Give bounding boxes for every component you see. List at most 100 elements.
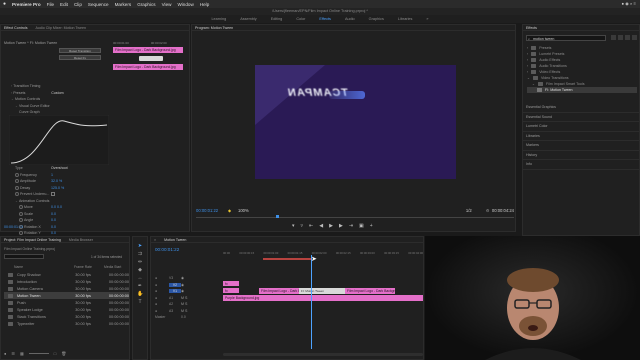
project-search-input[interactable]	[4, 254, 44, 259]
section-history[interactable]: History	[523, 151, 639, 160]
ripple-edit-tool-icon[interactable]: ⇹	[137, 259, 143, 265]
workspace-learning[interactable]: Learning	[211, 17, 226, 21]
monitor-scrubber[interactable]	[196, 215, 514, 218]
section-essential-sound[interactable]: Essential Sound	[523, 113, 639, 122]
eye-icon[interactable]: ◉	[181, 283, 184, 287]
type-tool-icon[interactable]: T	[137, 299, 143, 305]
workspace-color[interactable]: Color	[296, 17, 305, 21]
zoom-level[interactable]: 100%	[238, 208, 258, 213]
list-view-icon[interactable]: ☰	[11, 351, 15, 356]
list-item[interactable]: Push 30.00 fps 00:00:00:00	[4, 299, 129, 306]
mark-in-icon[interactable]: ▾	[292, 223, 295, 229]
zoom-slider[interactable]	[28, 353, 49, 354]
list-item[interactable]: Typewriter 30.00 fps 00:00:00:00	[4, 320, 129, 327]
menu-graphics[interactable]: Graphics	[137, 2, 155, 7]
hand-tool-icon[interactable]: ✋	[137, 291, 143, 297]
new-bin-icon[interactable]	[632, 35, 637, 40]
solo-icon[interactable]: S	[185, 309, 187, 313]
step-forward-icon[interactable]: ▶	[339, 223, 343, 229]
tab-audio-clip-mixer[interactable]: Audio Clip Mixer: Motion Tween	[36, 26, 86, 30]
solo-icon[interactable]: S	[185, 296, 187, 300]
stopwatch-icon[interactable]	[15, 192, 19, 197]
list-item[interactable]: Copy Shadow 30.00 fps 00:00:00:00	[4, 271, 129, 278]
stopwatch-icon[interactable]	[19, 218, 23, 223]
mute-icon[interactable]: M	[181, 296, 184, 300]
timeline-ruler[interactable]: 00:00 00:00:00:15 00:00:01:00 00:00:01:1…	[223, 251, 423, 257]
clip-v2-c[interactable]: Film Impact Logo - Dark Background.jpg	[345, 288, 395, 294]
track-master[interactable]: Master 0.0	[155, 314, 217, 321]
section-markers[interactable]: Markers	[523, 141, 639, 151]
menu-file[interactable]: File	[47, 2, 54, 7]
column-frame-rate[interactable]: Frame Rate	[74, 265, 104, 269]
program-frame[interactable]: TCAMPAN	[255, 65, 456, 179]
prevent-underrun-checkbox[interactable]	[51, 192, 55, 197]
close-icon[interactable]: ×	[154, 238, 156, 242]
mark-out-icon[interactable]: ▿	[301, 223, 304, 229]
play-icon[interactable]: ▶	[329, 223, 333, 229]
in-out-range[interactable]	[263, 258, 311, 260]
workspace-editing[interactable]: Editing	[271, 17, 283, 21]
stopwatch-icon[interactable]	[19, 205, 23, 210]
menu-markers[interactable]: Markers	[115, 2, 132, 7]
add-button-icon[interactable]: +	[370, 223, 373, 229]
program-timecode[interactable]: 00:00:01:22	[196, 208, 228, 213]
timeline-timecode[interactable]: 00:00:01:22	[155, 247, 179, 252]
new-item-icon[interactable]: □	[54, 351, 56, 356]
clip-small-v1[interactable]: fx	[223, 288, 239, 293]
track-select-tool-icon[interactable]: ⇉	[137, 251, 143, 257]
resolution-select[interactable]: 1/2	[466, 208, 486, 213]
workspace-more-icon[interactable]: »	[426, 17, 428, 21]
yuv-icon[interactable]	[625, 35, 630, 40]
effects-search-input[interactable]: ⌕ motion tween	[526, 35, 606, 41]
list-item[interactable]: Stack Transitions 30.00 fps 00:00:00:00	[4, 313, 129, 320]
apple-icon[interactable]: ●	[3, 1, 6, 7]
program-monitor-title[interactable]: Program: Motion Tween	[195, 26, 233, 30]
clip-v2-a[interactable]: Film Impact Logo - Dark Background.jpg	[259, 288, 299, 294]
list-item[interactable]: Motion Camera 30.00 fps 00:00:00:00	[4, 285, 129, 292]
stopwatch-icon[interactable]	[19, 231, 23, 236]
menu-view[interactable]: View	[162, 2, 172, 7]
clip-v1-background[interactable]: Purple Background.jpg	[223, 295, 423, 301]
app-menu[interactable]: Premiere Pro	[12, 2, 41, 7]
column-name[interactable]: Name	[4, 265, 74, 269]
timeline-playhead[interactable]	[311, 255, 312, 349]
solo-icon[interactable]: S	[185, 302, 187, 306]
mute-icon[interactable]: M	[181, 309, 184, 313]
go-to-in-icon[interactable]: ⇤	[309, 223, 313, 229]
slip-tool-icon[interactable]: ↔	[137, 275, 143, 281]
eye-icon[interactable]: ◉	[181, 276, 184, 280]
list-item[interactable]: Introduction 30.00 fps 00:00:00:00	[4, 278, 129, 285]
icon-view-icon[interactable]: ▦	[20, 351, 24, 356]
tab-media-browser[interactable]: Media Browser	[69, 238, 93, 242]
list-item-selected[interactable]: Motion Tween 30.00 fps 00:00:00:00	[4, 292, 129, 299]
stopwatch-icon[interactable]	[15, 185, 19, 190]
menu-help[interactable]: Help	[200, 2, 209, 7]
tab-project[interactable]: Project: Film Impact Online Training	[4, 238, 61, 242]
menu-clip[interactable]: Clip	[74, 2, 82, 7]
effect-controls-timecode[interactable]: 00:00:01:13	[4, 225, 23, 229]
mute-icon[interactable]: M	[181, 302, 184, 306]
section-lumetri-color[interactable]: Lumetri Color	[523, 122, 639, 132]
stopwatch-icon[interactable]	[19, 211, 23, 216]
menu-edit[interactable]: Edit	[60, 2, 68, 7]
go-to-out-icon[interactable]: ⇥	[349, 223, 353, 229]
curve-graph[interactable]	[9, 115, 109, 165]
section-libraries[interactable]: Libraries	[523, 132, 639, 141]
column-media-start[interactable]: Media Start	[104, 265, 121, 269]
timeline-scrollbar[interactable]	[223, 353, 423, 356]
accelerated-icon[interactable]	[611, 35, 616, 40]
workspace-audio[interactable]: Audio	[345, 17, 355, 21]
tab-effect-controls[interactable]: Effect Controls	[4, 26, 28, 30]
effects-title[interactable]: Effects	[526, 26, 537, 30]
32bit-icon[interactable]	[618, 35, 623, 40]
marker-icon[interactable]: ◆	[228, 208, 238, 213]
lock-icon[interactable]: ●	[4, 351, 6, 356]
timeline-title[interactable]: Motion Tween	[164, 238, 186, 242]
mini-transition[interactable]	[139, 56, 163, 61]
clip-v2-transition[interactable]: FI: Motion Tween	[299, 288, 345, 294]
tree-fi-motion-tween[interactable]: FI: Motion Tween	[527, 87, 637, 93]
mini-clip-bottom[interactable]: Film Impact Logo - Dark Background.jpg	[113, 64, 183, 70]
menu-sequence[interactable]: Sequence	[88, 2, 109, 7]
clip-small-v2[interactable]: fx	[223, 281, 239, 286]
menu-window[interactable]: Window	[177, 2, 193, 7]
